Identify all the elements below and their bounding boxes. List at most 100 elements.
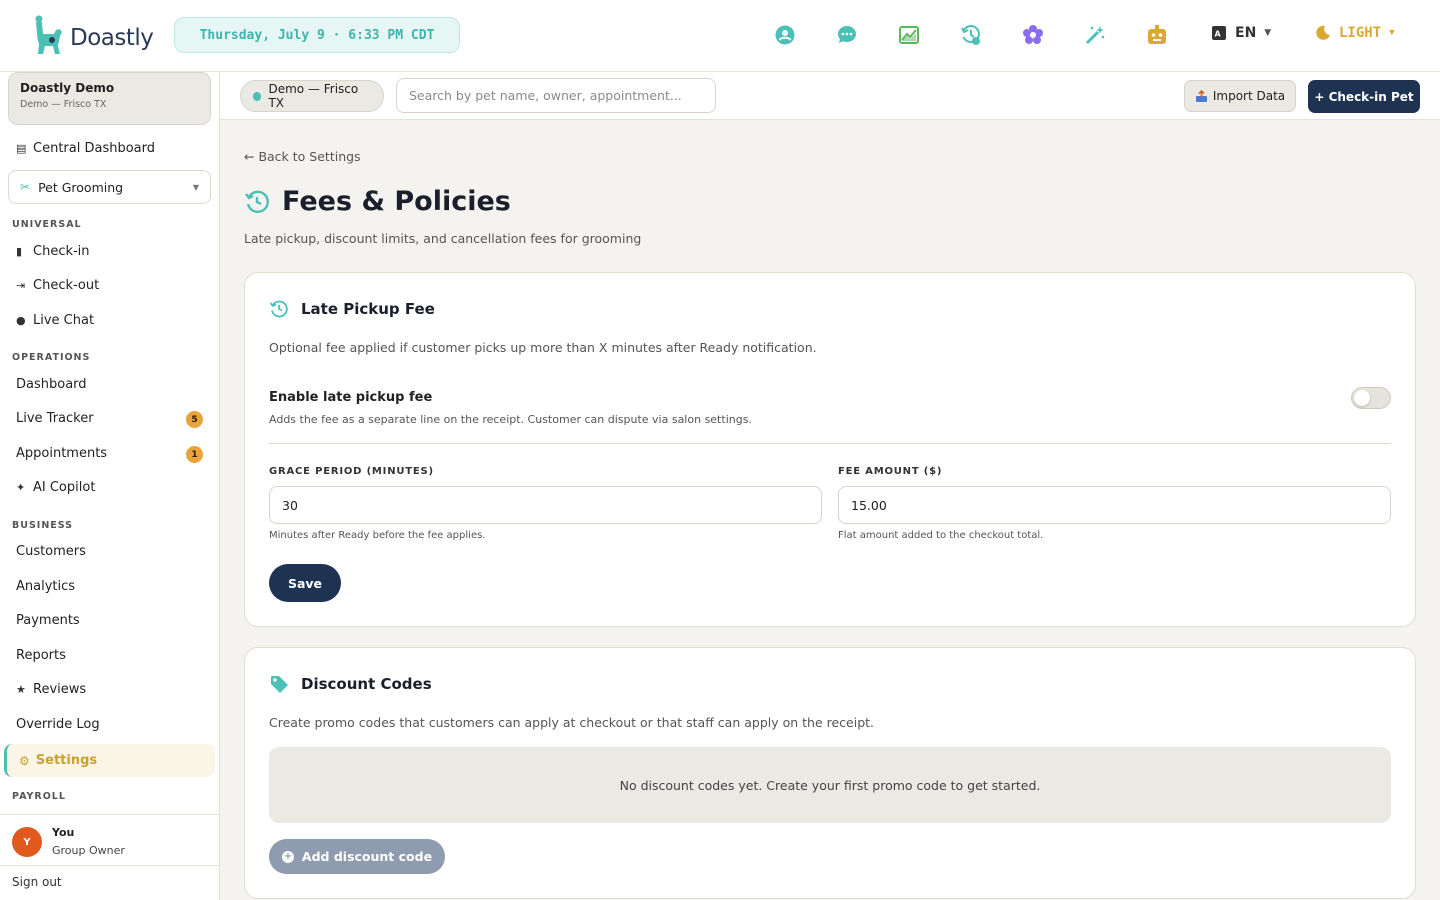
discount-codes-card: Discount Codes Create promo codes that c…	[244, 647, 1416, 899]
analytics-chart-icon[interactable]	[897, 23, 921, 47]
section-universal: UNIVERSAL	[12, 219, 82, 230]
top-bar: Doastly Thursday, July 9 · 6:33 PM CDT A…	[0, 0, 1440, 72]
sidebar-item-live-chat[interactable]: ● Live Chat	[16, 313, 94, 328]
tag-icon	[271, 676, 288, 693]
sidebar-item-label: Analytics	[16, 579, 76, 594]
module-label: Pet Grooming	[38, 179, 124, 195]
sidebar-item-appointments[interactable]: Appointments	[16, 446, 107, 461]
org-location: Demo — Frisco TX	[20, 99, 107, 110]
chevron-down-icon: ▼	[192, 182, 199, 192]
import-data-button[interactable]: Import Data	[1184, 80, 1296, 112]
check-in-pet-button[interactable]: + Check-in Pet	[1308, 80, 1420, 113]
status-dot-icon	[253, 91, 262, 101]
magic-wand-icon[interactable]	[1083, 23, 1107, 47]
location-label: Demo — Frisco TX	[268, 82, 359, 110]
sidebar: Doastly Demo Demo — Frisco TX ▤ Central …	[0, 72, 220, 900]
card-title: Discount Codes	[301, 675, 432, 693]
flower-icon[interactable]	[1021, 23, 1045, 47]
sidebar-item-label: Override Log	[16, 717, 100, 732]
card-description: Create promo codes that customers can ap…	[269, 715, 875, 730]
exit-icon: ⇥	[16, 279, 26, 292]
card-header: Late Pickup Fee	[269, 299, 435, 319]
sidebar-item-payments[interactable]: Payments	[16, 613, 80, 628]
sidebar-item-label: Appointments	[16, 446, 108, 461]
sidebar-item-customers[interactable]: Customers	[16, 544, 86, 559]
sidebar-item-dashboard[interactable]: Dashboard	[16, 377, 87, 392]
sidebar-item-label: Check-out	[33, 278, 100, 293]
add-discount-code-button[interactable]: + Add discount code	[269, 839, 445, 874]
module-selector[interactable]: ✂ Pet Grooming ▼	[8, 170, 211, 204]
svg-text:A: A	[1215, 30, 1222, 39]
empty-state: No discount codes yet. Create your first…	[269, 747, 1391, 823]
language-label: EN	[1235, 25, 1257, 41]
sidebar-item-ai-copilot[interactable]: ✦ AI Copilot	[16, 480, 95, 495]
history-icon	[269, 300, 288, 318]
section-operations: OPERATIONS	[12, 352, 91, 363]
section-payroll: PAYROLL	[12, 791, 66, 802]
page-header: Fees & Policies	[244, 186, 511, 217]
fee-amount-label: FEE AMOUNT ($)	[838, 466, 943, 477]
sidebar-item-live-tracker[interactable]: Live Tracker	[16, 411, 94, 426]
grace-period-help: Minutes after Ready before the fee appli…	[269, 530, 486, 541]
sidebar-item-override-log[interactable]: Override Log	[16, 717, 100, 732]
theme-toggle[interactable]: LIGHT ▼	[1315, 25, 1395, 41]
fee-amount-help: Flat amount added to the checkout total.	[838, 530, 1044, 541]
sidebar-item-label: Reviews	[33, 682, 87, 697]
back-to-settings-link[interactable]: ← Back to Settings	[244, 149, 361, 164]
sub-header: Demo — Frisco TX Import Data + Check-in …	[220, 72, 1440, 120]
user-profile[interactable]: Y You Group Owner	[0, 814, 219, 866]
org-switcher[interactable]: Doastly Demo Demo — Frisco TX	[8, 72, 211, 125]
late-fee-toggle[interactable]	[1351, 387, 1391, 409]
sidebar-item-label: Live Chat	[33, 313, 95, 328]
sidebar-item-label: Dashboard	[16, 377, 87, 392]
toggle-knob	[1354, 390, 1370, 406]
search-input[interactable]	[396, 78, 716, 113]
plus-circle-icon: +	[281, 850, 294, 863]
section-business: BUSINESS	[12, 520, 74, 531]
history-icon	[245, 190, 269, 213]
card-title: Late Pickup Fee	[301, 300, 435, 318]
sidebar-item-label: Settings	[35, 753, 98, 768]
sidebar-item-central-dashboard[interactable]: ▤ Central Dashboard	[16, 141, 155, 156]
count-badge: 1	[186, 446, 203, 463]
count-badge: 5	[186, 411, 203, 428]
sidebar-item-checkout[interactable]: ⇥ Check-out	[16, 278, 99, 293]
sign-out-link[interactable]: Sign out	[12, 875, 62, 889]
sidebar-item-label: Reports	[16, 648, 66, 663]
page-title: Fees & Policies	[282, 186, 511, 217]
user-role: Group Owner	[52, 844, 125, 857]
sidebar-item-checkin[interactable]: ▮ Check-in	[16, 244, 90, 259]
fee-amount-input[interactable]	[838, 486, 1391, 524]
translate-icon: A	[1212, 26, 1226, 40]
page-subtitle: Late pickup, discount limits, and cancel…	[244, 231, 642, 246]
card-description: Optional fee applied if customer picks u…	[269, 340, 817, 355]
sidebar-item-label: Central Dashboard	[33, 141, 155, 156]
gear-icon: ⚙	[19, 753, 30, 768]
sidebar-item-analytics[interactable]: Analytics	[16, 579, 75, 594]
app-logo[interactable]: Doastly	[30, 14, 154, 56]
card-header: Discount Codes	[269, 674, 432, 694]
grace-period-input[interactable]	[269, 486, 822, 524]
scissors-icon: ✂	[20, 180, 31, 194]
language-selector[interactable]: A EN ▼	[1211, 25, 1271, 41]
user-name: You	[52, 826, 75, 839]
divider	[269, 443, 1391, 444]
location-selector[interactable]: Demo — Frisco TX	[240, 80, 384, 112]
add-discount-code-label: Add discount code	[301, 849, 433, 864]
clock-history-icon[interactable]	[959, 23, 983, 47]
theme-label: LIGHT	[1339, 25, 1382, 41]
toggle-description: Adds the fee as a separate line on the r…	[269, 413, 752, 426]
sidebar-item-reports[interactable]: Reports	[16, 648, 66, 663]
toggle-title: Enable late pickup fee	[269, 390, 433, 405]
chevron-down-icon: ▼	[1389, 28, 1395, 38]
chat-bubble-icon[interactable]	[835, 23, 859, 47]
robot-icon[interactable]	[1145, 23, 1169, 47]
sidebar-item-reviews[interactable]: ★ Reviews	[16, 682, 86, 697]
chat-icon: ●	[16, 314, 26, 327]
sidebar-item-settings[interactable]: ⚙ Settings	[4, 744, 215, 777]
sidebar-item-label: Check-in	[33, 244, 90, 259]
clipboard-icon: ▮	[16, 245, 23, 258]
save-button[interactable]: Save	[269, 564, 341, 602]
support-icon[interactable]	[773, 23, 797, 47]
grace-period-label: GRACE PERIOD (MINUTES)	[269, 466, 434, 477]
